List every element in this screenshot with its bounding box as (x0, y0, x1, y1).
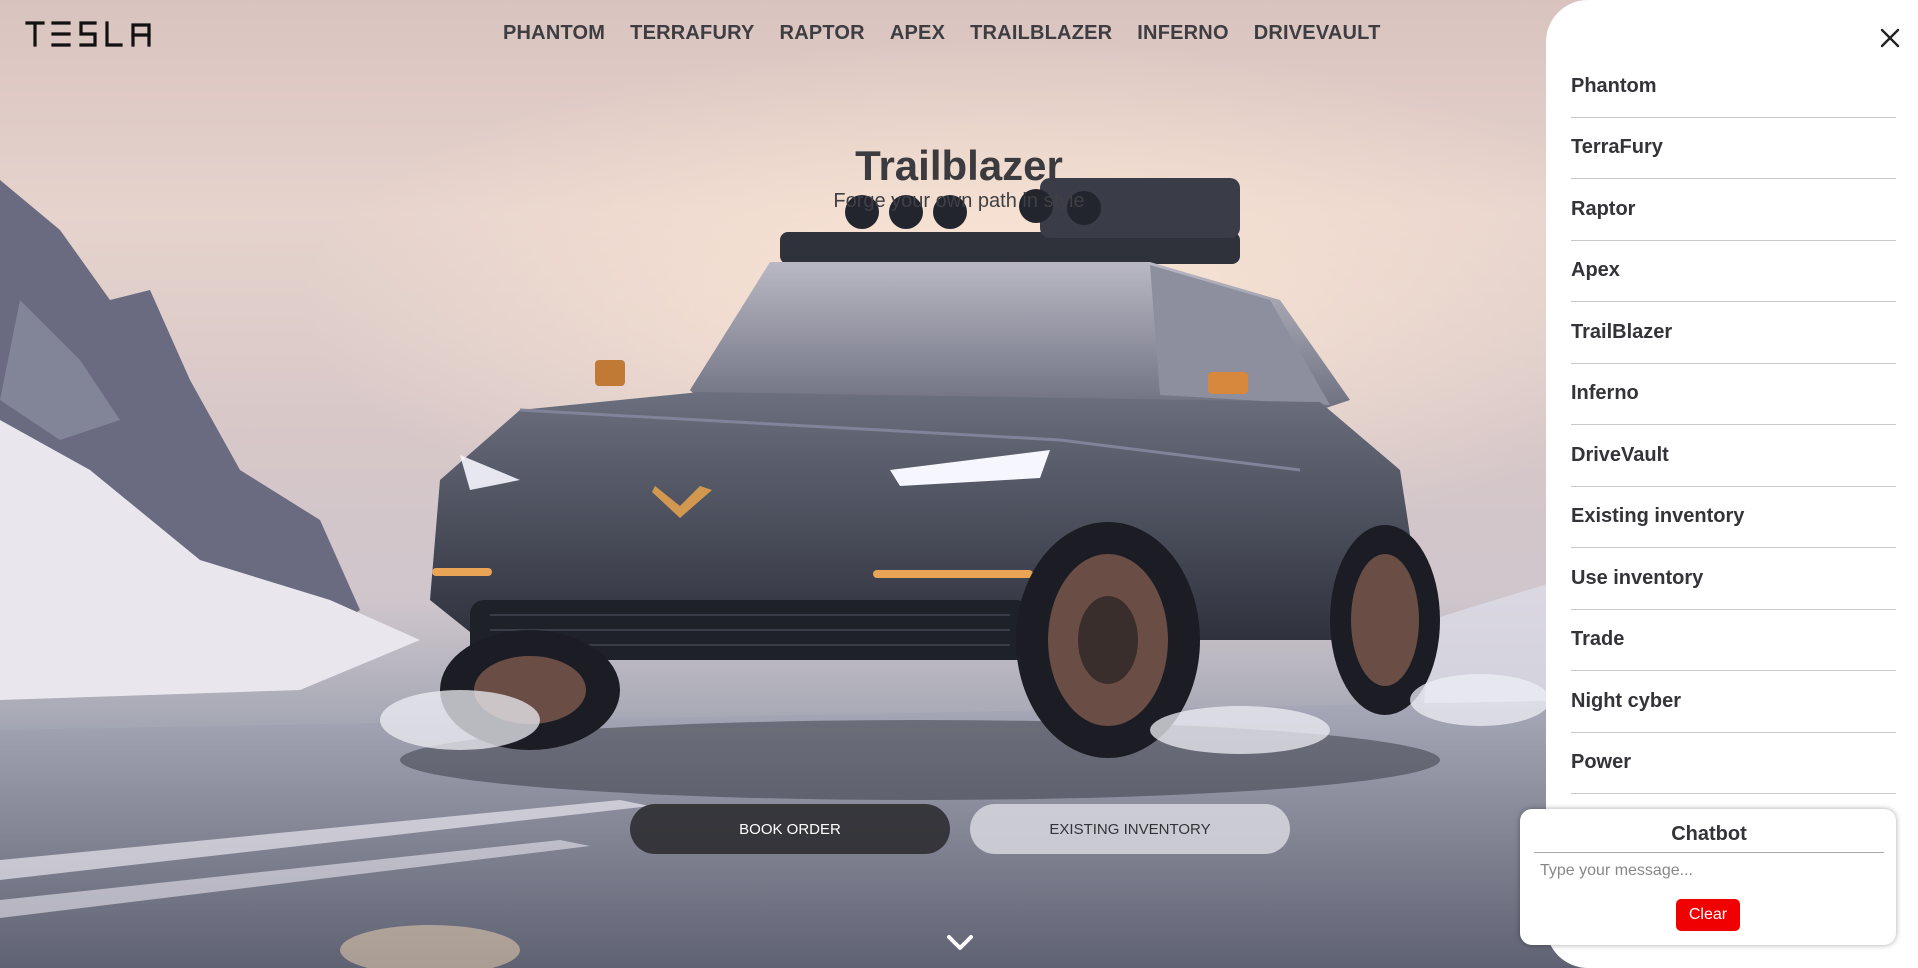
chatbot-message-input[interactable] (1534, 859, 1874, 883)
side-menu-item-apex[interactable]: Apex (1571, 241, 1896, 302)
nav-link-terrafury[interactable]: TERRAFURY (630, 22, 754, 45)
side-menu-item-existing-inventory[interactable]: Existing inventory (1571, 487, 1896, 548)
nav-link-phantom[interactable]: PHANTOM (503, 22, 605, 45)
chatbot-widget: Chatbot Clear (1520, 809, 1896, 945)
close-icon[interactable] (1878, 26, 1902, 50)
nav-link-drivevault[interactable]: DRIVEVAULT (1254, 22, 1381, 45)
chevron-down-icon[interactable] (946, 934, 974, 952)
side-menu-item-phantom[interactable]: Phantom (1571, 56, 1896, 118)
nav-link-apex[interactable]: APEX (890, 22, 945, 45)
nav-link-inferno[interactable]: INFERNO (1137, 22, 1228, 45)
chatbot-title: Chatbot (1534, 823, 1884, 853)
side-menu-item-trade[interactable]: Trade (1571, 610, 1896, 671)
chatbot-clear-button[interactable]: Clear (1676, 899, 1740, 931)
side-menu-item-power[interactable]: Power (1571, 733, 1896, 794)
side-menu-item-terrafury[interactable]: TerraFury (1571, 118, 1896, 179)
top-nav: PHANTOM TERRAFURY RAPTOR APEX TRAILBLAZE… (503, 22, 1406, 45)
side-menu-item-raptor[interactable]: Raptor (1571, 179, 1896, 241)
nav-link-raptor[interactable]: RAPTOR (780, 22, 865, 45)
side-menu-item-trailblazer[interactable]: TrailBlazer (1571, 302, 1896, 364)
side-menu-item-use-inventory[interactable]: Use inventory (1571, 548, 1896, 610)
side-menu-item-night-cyber[interactable]: Night cyber (1571, 671, 1896, 733)
side-menu-item-drivevault[interactable]: DriveVault (1571, 425, 1896, 487)
side-menu-list: Phantom TerraFury Raptor Apex TrailBlaze… (1571, 56, 1896, 794)
existing-inventory-button[interactable]: EXISTING INVENTORY (970, 804, 1290, 854)
side-menu-item-inferno[interactable]: Inferno (1571, 364, 1896, 425)
book-order-button[interactable]: BOOK ORDER (630, 804, 950, 854)
tesla-logo[interactable] (25, 20, 153, 48)
nav-link-trailblazer[interactable]: TRAILBLAZER (970, 22, 1112, 45)
